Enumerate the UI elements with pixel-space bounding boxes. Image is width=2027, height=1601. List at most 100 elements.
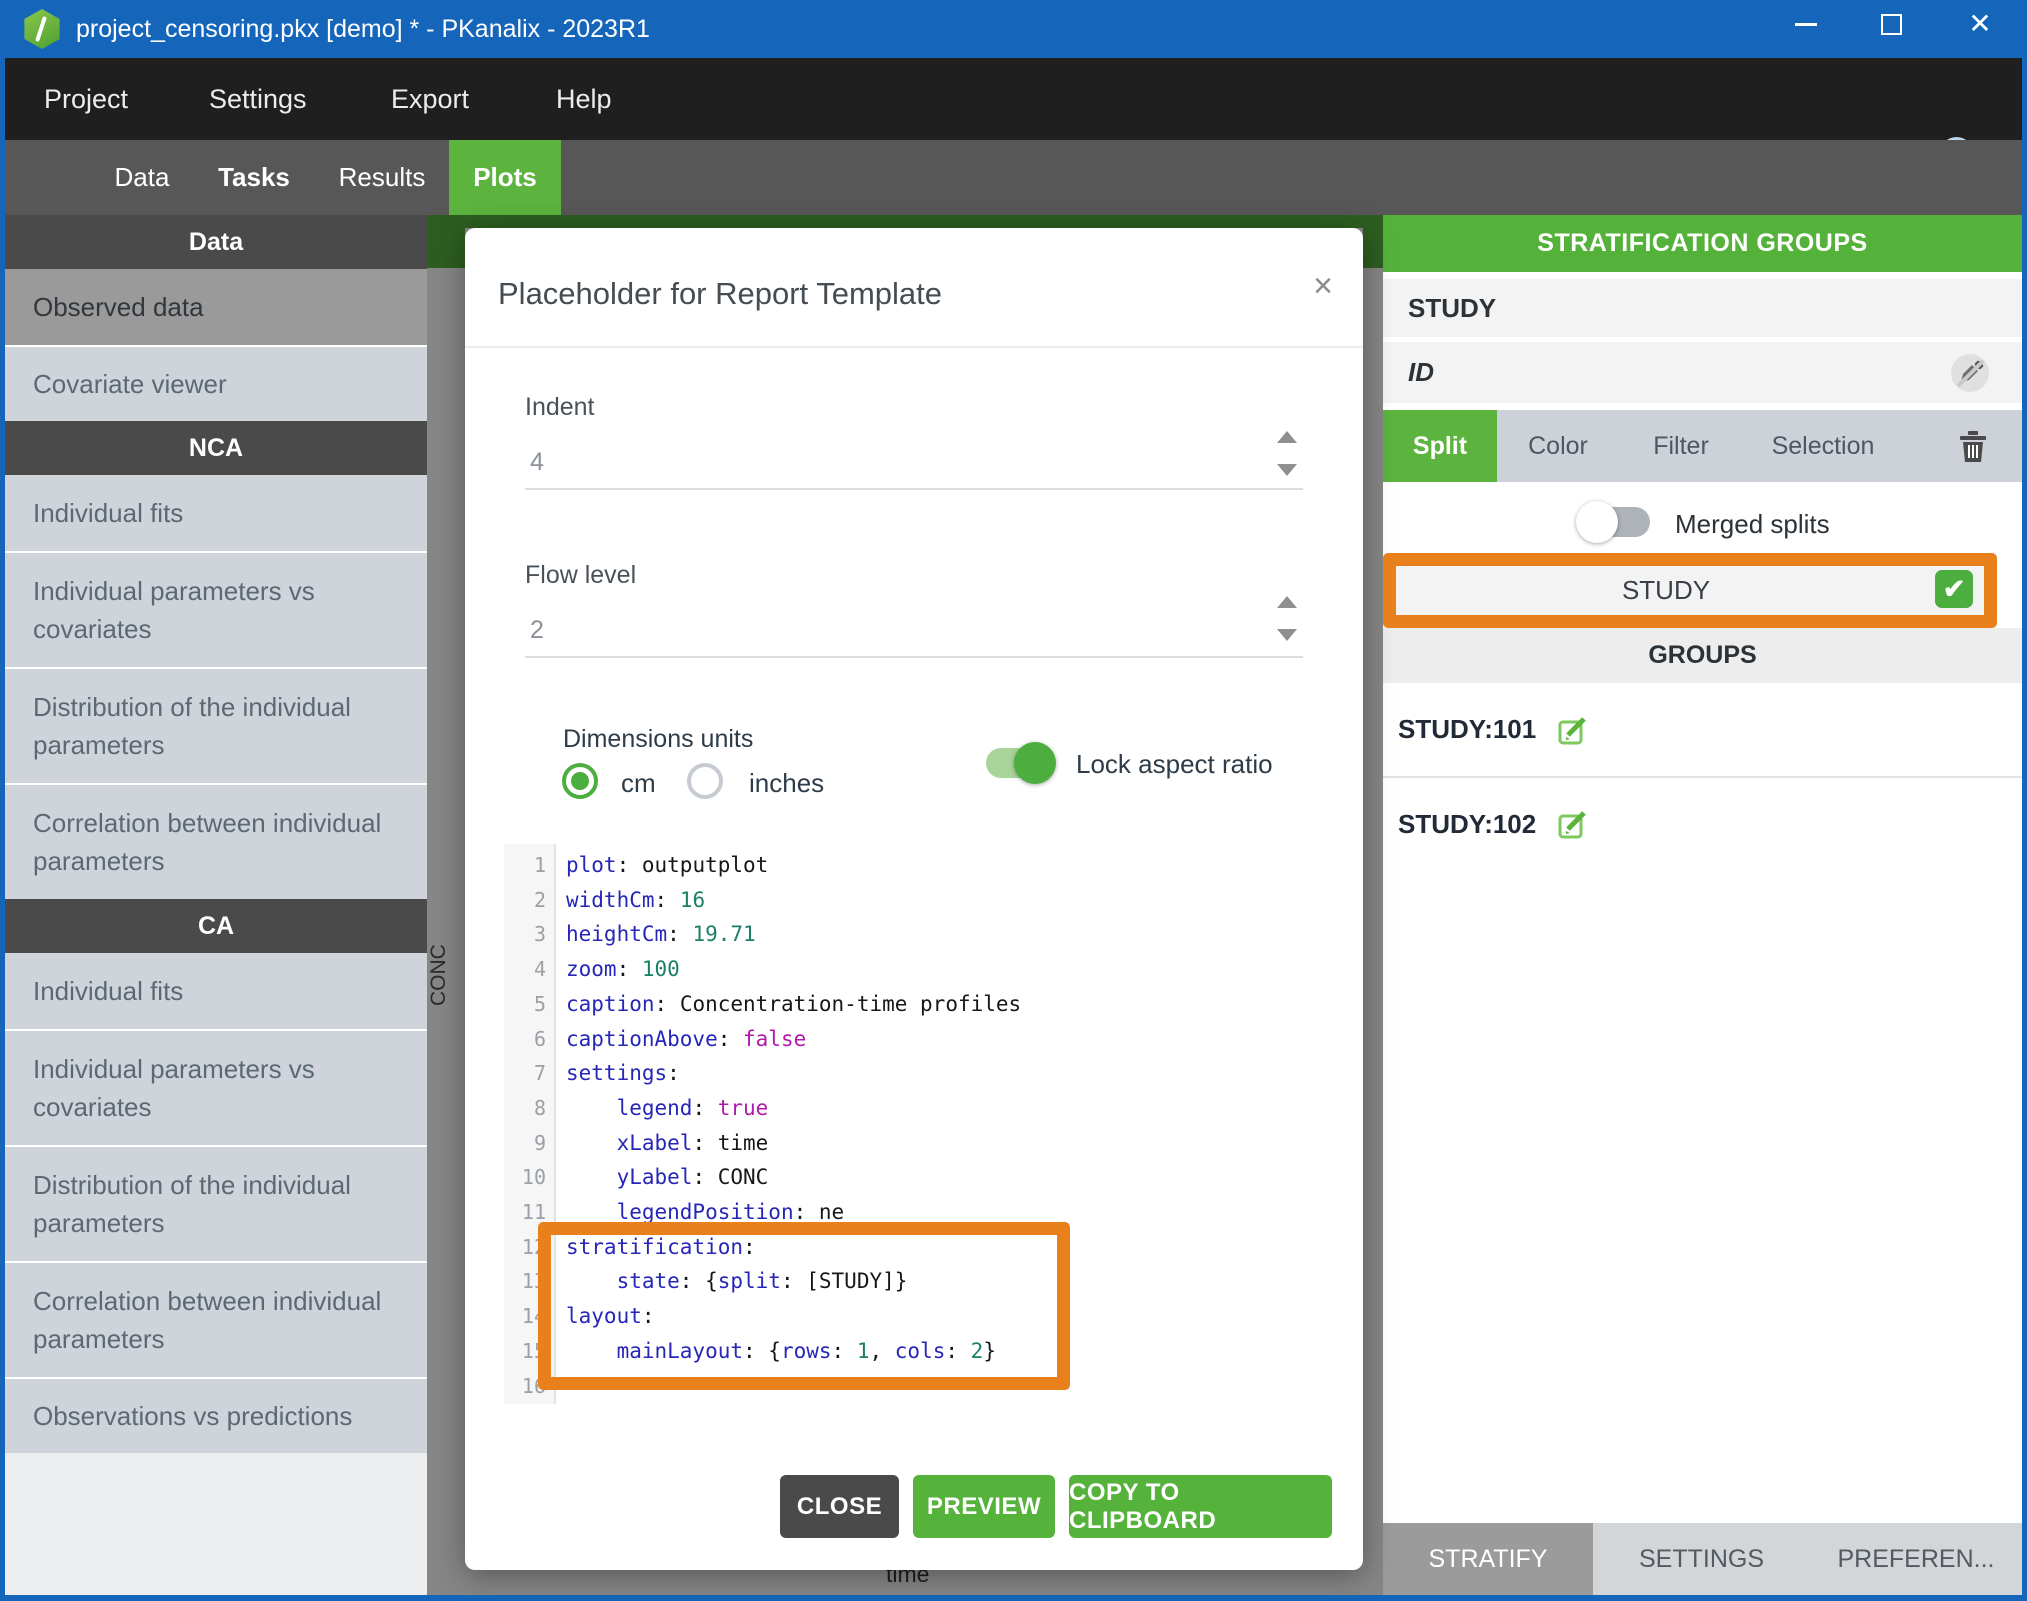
sidebar-item-individual-fits[interactable]: Individual fits (5, 953, 427, 1029)
report-template-dialog: × Placeholder for Report Template Indent… (465, 228, 1363, 1570)
radio-cm[interactable] (562, 763, 598, 799)
dialog-title-divider (465, 346, 1363, 348)
sidebar-item-distribution-of-the-individual-parameters[interactable]: Distribution of the individualparameters (5, 1145, 427, 1261)
stratify-tab[interactable]: STRATIFY (1383, 1523, 1593, 1595)
menu-project[interactable]: Project (44, 58, 128, 140)
menubar: Project Settings Export Help i 2 (0, 58, 2027, 140)
preview-button[interactable]: PREVIEW (913, 1475, 1055, 1538)
minimize-icon (1795, 23, 1817, 26)
editor-code[interactable]: plot: outputplotwidthCm: 16heightCm: 19.… (556, 844, 1021, 1404)
tab-split[interactable]: Split (1383, 410, 1497, 482)
window-border-left (0, 58, 5, 1601)
template-code-editor[interactable]: 12345678910111213141516 plot: outputplot… (504, 844, 1338, 1404)
id-row[interactable]: ID (1383, 342, 2022, 403)
menu-export[interactable]: Export (391, 58, 469, 140)
code-line-5: caption: Concentration-time profiles (566, 987, 1021, 1022)
sidebar-section-header-data: Data (5, 215, 427, 269)
panel-bottom-tabs: STRATIFY SETTINGS PREFEREN... (1383, 1523, 2022, 1595)
code-line-4: zoom: 100 (566, 952, 1021, 987)
radio-cm-label[interactable]: cm (621, 768, 656, 799)
code-line-6: captionAbove: false (566, 1022, 1021, 1057)
flow-level-spin-down-icon[interactable] (1277, 629, 1297, 641)
tab-color[interactable]: Color (1513, 410, 1603, 482)
flow-level-spin-up-icon[interactable] (1277, 596, 1297, 608)
sidebar-item-observed-data[interactable]: Observed data (5, 269, 427, 345)
trash-icon[interactable] (1959, 430, 1987, 462)
dimmed-backdrop-right (1363, 215, 1383, 1595)
groups-header: GROUPS (1383, 628, 2022, 683)
edit-pencil-icon[interactable] (1558, 809, 1588, 839)
group-row-study-101[interactable]: STUDY:101 (1383, 683, 2022, 776)
maximize-button[interactable] (1869, 0, 1913, 48)
flow-level-label: Flow level (525, 561, 636, 590)
code-line-3: heightCm: 19.71 (566, 917, 1021, 952)
sidebar-section-header-nca: NCA (5, 421, 427, 475)
dimmed-plot-toolbar (465, 215, 1363, 228)
code-line-9: xLabel: time (566, 1126, 1021, 1161)
group-label: STUDY:101 (1398, 714, 1536, 745)
dimensions-units-label: Dimensions units (563, 725, 753, 754)
edit-pencil-icon[interactable] (1558, 715, 1588, 745)
close-button[interactable]: CLOSE (780, 1475, 899, 1538)
indent-spin-up-icon[interactable] (1277, 431, 1297, 443)
tab-tasks[interactable]: Tasks (214, 140, 294, 215)
lock-aspect-label: Lock aspect ratio (1076, 749, 1273, 780)
sidebar-item-correlation-between-individual-parameters[interactable]: Correlation between individualparameters (5, 1261, 427, 1377)
indent-spin-down-icon[interactable] (1277, 464, 1297, 476)
sidebar-item-observations-vs-predictions[interactable]: Observations vs predictions (5, 1377, 427, 1453)
tab-data[interactable]: Data (110, 140, 174, 215)
group-row-study-102[interactable]: STUDY:102 (1383, 778, 2022, 870)
dialog-close-button[interactable]: × (1301, 264, 1345, 308)
merged-splits-label: Merged splits (1675, 509, 1830, 540)
indent-label: Indent (525, 393, 595, 422)
sidebar-item-covariate-viewer[interactable]: Covariate viewer (5, 345, 427, 421)
split-row-study-label: STUDY (1396, 566, 1936, 615)
code-line-12: stratification: (566, 1230, 1021, 1265)
tab-selection[interactable]: Selection (1761, 410, 1885, 482)
sidebar-item-individual-fits[interactable]: Individual fits (5, 475, 427, 551)
menu-settings[interactable]: Settings (209, 58, 307, 140)
split-study-checkbox[interactable]: ✔ (1935, 570, 1973, 608)
lock-aspect-toggle-knob[interactable] (1014, 742, 1056, 784)
code-line-1: plot: outputplot (566, 848, 1021, 883)
window-border-right (2022, 58, 2027, 1601)
tab-plots[interactable]: Plots (449, 140, 561, 215)
code-line-14: layout: (566, 1299, 1021, 1334)
titlebar: project_censoring.pkx [demo] * - PKanali… (0, 0, 2027, 58)
code-line-8: legend: true (566, 1091, 1021, 1126)
dimmed-backdrop-left (427, 215, 465, 1595)
maximize-icon (1881, 14, 1902, 35)
sidebar-item-individual-parameters-vs-covariates[interactable]: Individual parameters vscovariates (5, 1029, 427, 1145)
group-label: STUDY:102 (1398, 809, 1536, 840)
merged-splits-toggle-knob[interactable] (1576, 501, 1618, 543)
flow-level-input[interactable]: 2 (530, 616, 544, 645)
settings-tab[interactable]: SETTINGS (1593, 1523, 1810, 1595)
code-line-7: settings: (566, 1056, 1021, 1091)
stratify-mode-tabs: Split Color Filter Selection (1383, 410, 2022, 482)
code-line-15: mainLayout: {rows: 1, cols: 2} (566, 1334, 1021, 1369)
pin-disabled-icon[interactable] (1950, 353, 1990, 393)
copy-to-clipboard-button[interactable]: COPY TO CLIPBOARD (1069, 1475, 1332, 1538)
indent-input[interactable]: 4 (530, 448, 544, 477)
flow-level-input-underline (525, 656, 1303, 658)
main-tabbar: Data Tasks Results Plots (0, 140, 2027, 215)
plot-y-axis-label: CONC (427, 930, 465, 1020)
radio-inches[interactable] (687, 763, 723, 799)
tab-results[interactable]: Results (336, 140, 428, 215)
plots-sidebar: DataObserved dataCovariate viewerNCAIndi… (5, 215, 427, 1595)
sidebar-item-correlation-between-individual-parameters[interactable]: Correlation between individualparameters (5, 783, 427, 899)
preferences-tab[interactable]: PREFEREN... (1810, 1523, 2022, 1595)
indent-input-underline (525, 488, 1303, 490)
minimize-button[interactable] (1784, 0, 1828, 48)
covariate-row-label: STUDY (1408, 293, 1496, 324)
dialog-title: Placeholder for Report Template (498, 276, 942, 312)
tab-filter[interactable]: Filter (1638, 410, 1724, 482)
close-window-button[interactable]: ✕ (1958, 0, 2002, 48)
window-title: project_censoring.pkx [demo] * - PKanali… (76, 0, 650, 58)
sidebar-item-individual-parameters-vs-covariates[interactable]: Individual parameters vscovariates (5, 551, 427, 667)
sidebar-item-distribution-of-the-individual-parameters[interactable]: Distribution of the individualparameters (5, 667, 427, 783)
covariate-row-study[interactable]: STUDY (1383, 279, 2022, 337)
radio-inches-label[interactable]: inches (749, 768, 824, 799)
menu-help[interactable]: Help (556, 58, 612, 140)
window-border-bottom (0, 1595, 2027, 1601)
